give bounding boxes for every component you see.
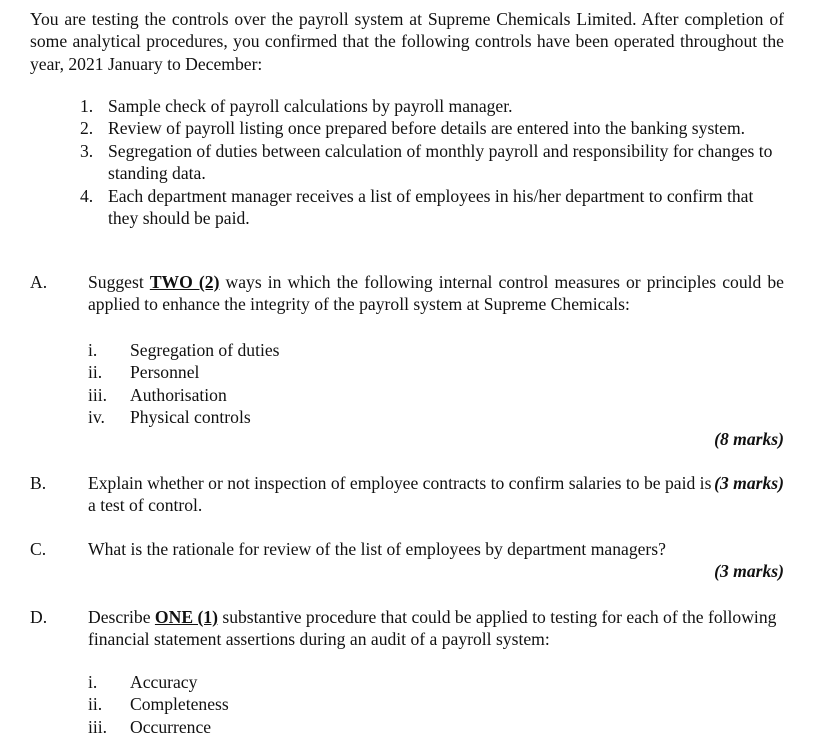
list-marker: 2. — [80, 118, 94, 139]
list-item: 3. Segregation of duties between calcula… — [30, 140, 784, 185]
list-item-text: Sample check of payroll calculations by … — [108, 96, 513, 116]
section-d: D. Describe ONE (1) substantive procedur… — [30, 606, 784, 651]
list-item: 1. Sample check of payroll calculations … — [30, 95, 784, 117]
list-marker: 1. — [80, 96, 94, 116]
list-item-text: Physical controls — [130, 407, 251, 428]
section-c-question: What is the rationale for review of the … — [88, 539, 666, 559]
intro-paragraph: You are testing the controls over the pa… — [30, 8, 784, 75]
section-a-marks-row: (8 marks) — [30, 428, 784, 450]
section-a-emphasis: TWO (2) — [149, 272, 220, 292]
list-item: iii. Occurrence — [88, 716, 784, 738]
section-d-emphasis: ONE (1) — [154, 607, 218, 627]
section-a-text-lead: Suggest — [88, 272, 150, 292]
list-item-text: Review of payroll listing once prepared … — [108, 118, 746, 139]
list-marker: iii. — [88, 716, 108, 737]
list-item: i. Segregation of duties — [88, 339, 784, 361]
list-item: iii. Authorisation — [88, 384, 784, 406]
list-marker: iv. — [88, 407, 105, 428]
section-c-text: What is the rationale for review of the … — [88, 538, 784, 583]
exam-question-page: You are testing the controls over the pa… — [0, 0, 838, 738]
list-item-text: Segregation of duties — [130, 340, 280, 360]
section-b: B. (3 marks) Explain whether or not inspe… — [30, 472, 784, 517]
section-b-question: Explain whether or not inspection of emp… — [88, 473, 712, 516]
section-a-sublist: i. Segregation of duties ii. Personnel i… — [30, 339, 784, 429]
list-item: ii. Completeness — [88, 693, 784, 715]
list-item-text: Authorisation — [130, 384, 227, 405]
list-item-text: Personnel — [130, 362, 200, 383]
section-d-text: Describe ONE (1) substantive procedure t… — [88, 606, 784, 651]
list-marker: iii. — [88, 384, 108, 405]
section-d-letter: D. — [30, 607, 48, 627]
section-a: A. Suggest TWO (2) ways in which the fol… — [30, 271, 784, 316]
list-marker: i. — [88, 672, 98, 692]
list-item: 4. Each department manager receives a li… — [30, 185, 784, 230]
section-b-text: (3 marks) Explain whether or not inspecti… — [88, 472, 784, 517]
section-c: C. What is the rationale for review of t… — [30, 538, 784, 583]
list-item: ii. Personnel — [88, 361, 784, 383]
section-a-letter: A. — [30, 272, 48, 292]
list-marker: i. — [88, 340, 98, 360]
controls-list: 1. Sample check of payroll calculations … — [30, 95, 784, 229]
list-marker: 3. — [80, 140, 94, 161]
list-item-text: Completeness — [130, 694, 229, 715]
list-marker: ii. — [88, 362, 103, 383]
marks-allocation: (8 marks) — [714, 429, 784, 449]
list-item-text: Occurrence — [130, 716, 212, 737]
section-c-letter: C. — [30, 539, 47, 559]
list-item: 2. Review of payroll listing once prepar… — [30, 117, 784, 139]
section-b-letter: B. — [30, 473, 47, 493]
section-d-sublist: i. Accuracy ii. Completeness iii. Occurr… — [30, 671, 784, 738]
list-item-text: Segregation of duties between calculatio… — [108, 140, 773, 184]
list-item: i. Accuracy — [88, 671, 784, 693]
section-d-text-lead: Describe — [88, 607, 155, 627]
list-marker: 4. — [80, 185, 94, 206]
list-marker: ii. — [88, 694, 103, 715]
section-a-text: Suggest TWO (2) ways in which the follow… — [88, 271, 784, 316]
list-item: iv. Physical controls — [88, 406, 784, 428]
list-item-text: Each department manager receives a list … — [108, 185, 754, 229]
intro-text: You are testing the controls over the pa… — [30, 9, 784, 74]
marks-allocation: (3 marks) — [714, 473, 784, 493]
marks-allocation: (3 marks) — [714, 561, 784, 582]
list-item-text: Accuracy — [130, 672, 198, 692]
